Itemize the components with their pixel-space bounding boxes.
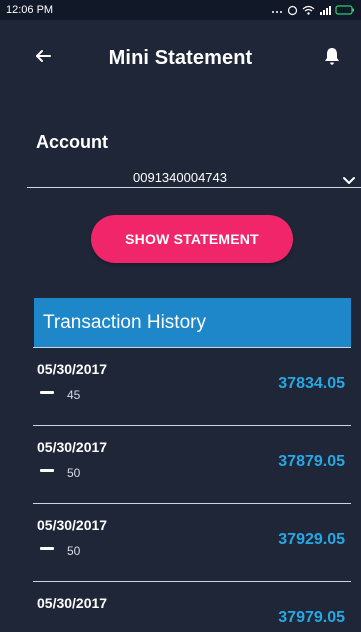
status-icons	[271, 5, 355, 16]
battery-icon	[335, 5, 355, 15]
status-bar: 12:06 PM	[0, 0, 361, 20]
transaction-row: 05/30/2017 50 37929.05	[33, 503, 351, 581]
transaction-amount: 50	[67, 544, 81, 558]
transaction-history-header: Transaction History	[34, 298, 351, 347]
transaction-date: 05/30/2017	[37, 361, 108, 377]
signal-icon	[319, 5, 331, 15]
status-time: 12:06 PM	[6, 4, 54, 16]
transaction-balance: 37979.05	[278, 609, 345, 626]
transaction-row: 05/30/2017 45 37834.05	[33, 347, 351, 425]
back-button[interactable]	[28, 40, 58, 76]
mini-statement-screen: 12:06 PM Mini Statement Account 00913400…	[0, 0, 361, 632]
account-select[interactable]: 0091340004743	[27, 167, 361, 188]
app-header: Mini Statement	[0, 20, 361, 96]
show-statement-button[interactable]: SHOW STATEMENT	[91, 215, 293, 263]
transaction-date: 05/30/2017	[37, 595, 108, 611]
chevron-down-icon	[343, 172, 355, 184]
debit-minus-icon	[40, 547, 54, 550]
transaction-list: 05/30/2017 45 37834.05 05/30/2017 50 378…	[33, 347, 351, 632]
account-label: Account	[36, 132, 108, 152]
transaction-row: 05/30/2017 50 37879.05	[33, 425, 351, 503]
page-title: Mini Statement	[108, 46, 253, 69]
back-arrow-icon	[34, 47, 52, 70]
more-dots-icon	[271, 5, 283, 15]
bell-icon	[323, 46, 341, 71]
transaction-date: 05/30/2017	[37, 439, 108, 455]
alarm-icon	[287, 5, 298, 16]
transaction-amount: 50	[67, 466, 81, 480]
transaction-balance: 37834.05	[278, 375, 345, 392]
debit-minus-icon	[40, 391, 54, 394]
debit-minus-icon	[40, 469, 54, 472]
notifications-button[interactable]	[317, 40, 347, 76]
transaction-balance: 37879.05	[278, 453, 345, 470]
wifi-icon	[302, 5, 315, 16]
transaction-amount: 45	[67, 388, 81, 402]
transaction-row: 05/30/2017 37979.05	[33, 581, 351, 632]
account-number-value: 0091340004743	[133, 170, 227, 185]
transaction-balance: 37929.05	[278, 531, 345, 548]
transaction-date: 05/30/2017	[37, 517, 108, 533]
transaction-history-title: Transaction History	[43, 311, 206, 333]
